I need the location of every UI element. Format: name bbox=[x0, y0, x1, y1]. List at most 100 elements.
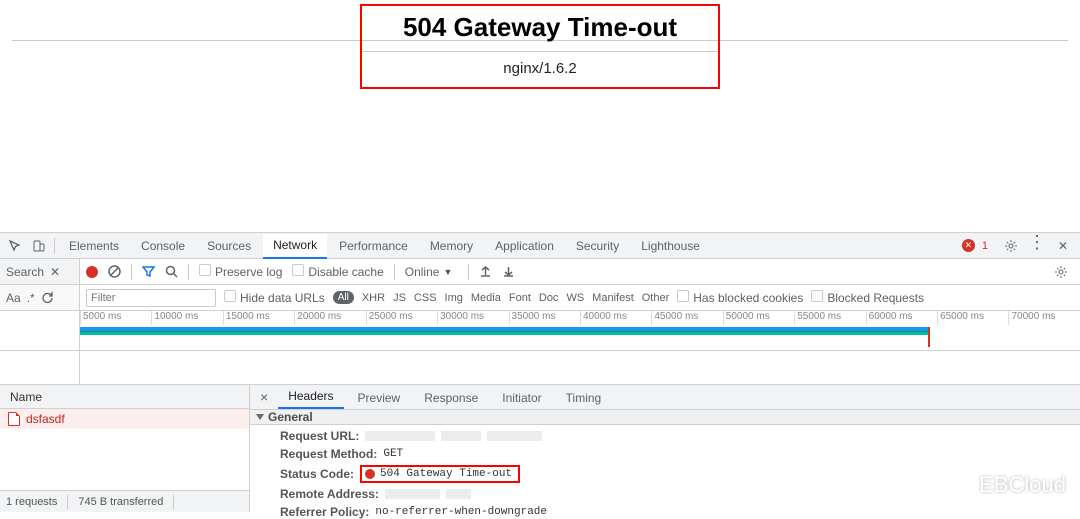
divider bbox=[188, 264, 189, 280]
blocked-requests-checkbox[interactable]: Blocked Requests bbox=[811, 290, 924, 305]
filter-input[interactable]: Filter bbox=[86, 289, 216, 307]
error-title: 504 Gateway Time-out bbox=[362, 6, 718, 51]
type-doc[interactable]: Doc bbox=[539, 292, 559, 304]
type-other[interactable]: Other bbox=[642, 292, 670, 304]
error-server-version: nginx/1.6.2 bbox=[362, 52, 718, 87]
ruler-tick: 25000 ms bbox=[366, 311, 437, 325]
error-badge-icon[interactable]: ✕ bbox=[962, 239, 975, 252]
type-media[interactable]: Media bbox=[471, 292, 501, 304]
regex-toggle[interactable]: .* bbox=[27, 291, 35, 305]
status-dot-icon bbox=[365, 469, 375, 479]
ruler-tick: 55000 ms bbox=[794, 311, 865, 325]
redacted-value bbox=[365, 431, 435, 441]
request-details: × Headers Preview Response Initiator Tim… bbox=[250, 385, 1080, 512]
general-section-header[interactable]: General bbox=[250, 410, 1080, 425]
record-icon[interactable] bbox=[86, 266, 98, 278]
close-details-icon[interactable]: × bbox=[254, 389, 274, 405]
status-code-label: Status Code: bbox=[280, 467, 354, 481]
tab-memory[interactable]: Memory bbox=[420, 233, 483, 258]
ruler-tick: 5000 ms bbox=[80, 311, 151, 325]
dtab-preview[interactable]: Preview bbox=[348, 387, 411, 409]
inspect-icon[interactable] bbox=[4, 235, 26, 257]
network-toolbar: Preserve log Disable cache Online▼ bbox=[80, 259, 1080, 284]
timeline-load-marker bbox=[928, 327, 930, 347]
type-ws[interactable]: WS bbox=[566, 292, 584, 304]
search-label: Search bbox=[6, 265, 44, 279]
match-case-toggle[interactable]: Aa bbox=[6, 291, 21, 305]
device-toolbar-icon[interactable] bbox=[28, 235, 50, 257]
redacted-value bbox=[441, 431, 481, 441]
ruler-tick: 60000 ms bbox=[866, 311, 937, 325]
tab-lighthouse[interactable]: Lighthouse bbox=[631, 233, 710, 258]
has-blocked-cookies-checkbox[interactable]: Has blocked cookies bbox=[677, 290, 803, 305]
divider bbox=[131, 264, 132, 280]
ruler-tick: 30000 ms bbox=[437, 311, 508, 325]
gear-icon[interactable] bbox=[1000, 235, 1022, 257]
request-row[interactable]: dsfasdf bbox=[0, 409, 249, 429]
divider bbox=[468, 264, 469, 280]
timeline-bar bbox=[80, 331, 930, 335]
upload-har-icon[interactable] bbox=[479, 265, 492, 278]
status-bar: 1 requests 745 B transferred bbox=[0, 490, 249, 512]
kebab-icon[interactable]: ⋮ bbox=[1028, 232, 1046, 253]
download-har-icon[interactable] bbox=[502, 265, 515, 278]
referrer-policy-label: Referrer Policy: bbox=[280, 505, 369, 519]
devtools-tabstrip: Elements Console Sources Network Perform… bbox=[0, 233, 1080, 259]
search-icon[interactable] bbox=[165, 265, 178, 278]
column-name-header[interactable]: Name bbox=[0, 385, 249, 409]
stop-icon[interactable] bbox=[108, 265, 121, 278]
throttle-select[interactable]: Online▼ bbox=[405, 265, 459, 279]
overview-spacer bbox=[0, 351, 1080, 385]
ruler-tick: 70000 ms bbox=[1008, 311, 1079, 325]
tab-performance[interactable]: Performance bbox=[329, 233, 418, 258]
tab-sources[interactable]: Sources bbox=[197, 233, 261, 258]
type-xhr[interactable]: XHR bbox=[362, 292, 385, 304]
filter-bar: Filter Hide data URLs All XHR JS CSS Img… bbox=[80, 285, 1080, 310]
type-font[interactable]: Font bbox=[509, 292, 531, 304]
ruler-tick: 40000 ms bbox=[580, 311, 651, 325]
error-count[interactable]: 1 bbox=[982, 240, 988, 252]
tab-security[interactable]: Security bbox=[566, 233, 629, 258]
dtab-headers[interactable]: Headers bbox=[278, 385, 343, 409]
status-code-highlight: 504 Gateway Time-out bbox=[360, 465, 520, 483]
refresh-icon[interactable] bbox=[41, 291, 54, 304]
request-method-label: Request Method: bbox=[280, 447, 377, 461]
type-css[interactable]: CSS bbox=[414, 292, 437, 304]
disable-cache-checkbox[interactable]: Disable cache bbox=[292, 264, 383, 279]
chevron-down-icon: ▼ bbox=[443, 267, 452, 277]
network-settings-icon[interactable] bbox=[1054, 265, 1074, 279]
type-img[interactable]: Img bbox=[445, 292, 463, 304]
status-code-value: 504 Gateway Time-out bbox=[380, 468, 512, 480]
close-icon[interactable]: ✕ bbox=[1052, 235, 1074, 257]
redacted-value bbox=[446, 489, 471, 499]
redacted-value bbox=[385, 489, 440, 499]
timeline-ruler[interactable]: 5000 ms10000 ms15000 ms20000 ms25000 ms3… bbox=[0, 311, 1080, 351]
type-all-chip[interactable]: All bbox=[333, 291, 354, 304]
search-options: Aa .* bbox=[0, 285, 80, 310]
detail-tabs: × Headers Preview Response Initiator Tim… bbox=[250, 385, 1080, 410]
filter-icon[interactable] bbox=[142, 265, 155, 278]
tab-network[interactable]: Network bbox=[263, 234, 327, 259]
tab-console[interactable]: Console bbox=[131, 233, 195, 258]
request-name: dsfasdf bbox=[26, 412, 65, 426]
close-search-icon[interactable]: ✕ bbox=[50, 265, 60, 279]
divider bbox=[54, 238, 55, 254]
requests-count: 1 requests bbox=[6, 496, 57, 508]
search-drawer: Search ✕ bbox=[0, 259, 80, 284]
hide-data-urls-checkbox[interactable]: Hide data URLs bbox=[224, 290, 325, 305]
dtab-response[interactable]: Response bbox=[414, 387, 488, 409]
disclosure-triangle-icon bbox=[256, 414, 264, 420]
preserve-log-checkbox[interactable]: Preserve log bbox=[199, 264, 282, 279]
request-method-value: GET bbox=[383, 448, 403, 460]
devtools-panel: Elements Console Sources Network Perform… bbox=[0, 232, 1080, 512]
tab-application[interactable]: Application bbox=[485, 233, 564, 258]
type-manifest[interactable]: Manifest bbox=[592, 292, 634, 304]
general-kv: Request URL: Request Method: GET Status … bbox=[250, 425, 1080, 519]
dtab-timing[interactable]: Timing bbox=[556, 387, 612, 409]
dtab-initiator[interactable]: Initiator bbox=[492, 387, 551, 409]
error-page-box: 504 Gateway Time-out nginx/1.6.2 bbox=[360, 4, 720, 89]
file-icon bbox=[8, 412, 20, 426]
type-js[interactable]: JS bbox=[393, 292, 406, 304]
tab-elements[interactable]: Elements bbox=[59, 233, 129, 258]
ruler-tick: 45000 ms bbox=[651, 311, 722, 325]
